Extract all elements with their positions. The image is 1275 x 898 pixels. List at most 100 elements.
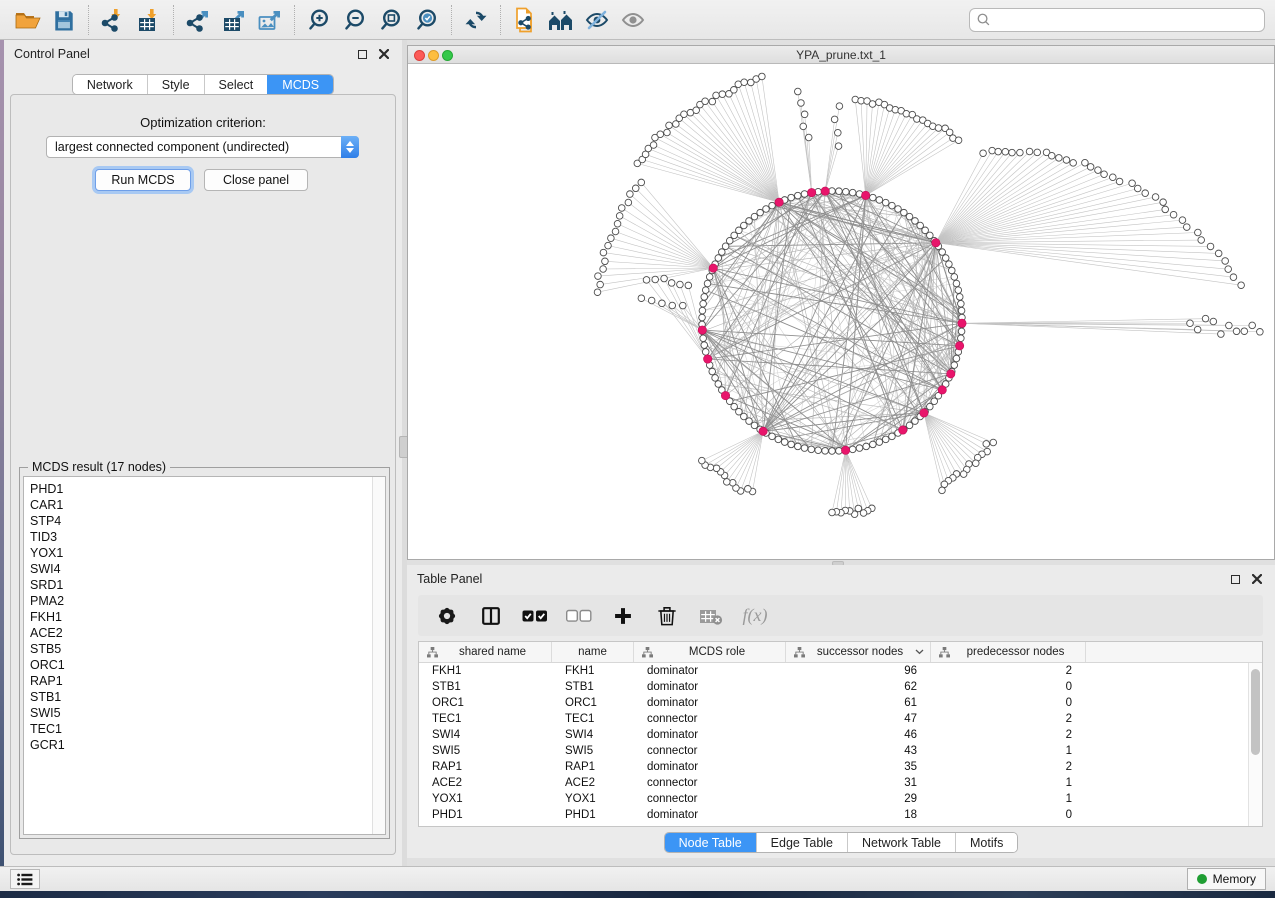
mcds-tab-content: Optimization criterion: largest connecte… [10,94,396,855]
window-minimize-icon[interactable] [428,50,439,61]
table-row[interactable]: ORC1ORC1dominator610 [419,695,1248,711]
close-panel-button[interactable]: Close panel [204,169,308,191]
zoom-in-button[interactable] [301,4,337,36]
import-table-button[interactable] [131,4,167,36]
mcds-node-item[interactable]: TEC1 [30,721,385,737]
mcds-node-item[interactable]: STP4 [30,513,385,529]
export-table-button[interactable] [216,4,252,36]
table-row[interactable]: TEC1TEC1connector472 [419,711,1248,727]
network-window-titlebar[interactable]: YPA_prune.txt_1 [408,46,1274,64]
table-scrollbar-thumb[interactable] [1251,669,1260,755]
table-scrollbar[interactable] [1248,663,1262,826]
export-network-button[interactable] [180,4,216,36]
tab-style[interactable]: Style [147,75,204,94]
table-row[interactable]: STB1STB1dominator620 [419,679,1248,695]
cell-filler [1086,727,1248,743]
network-view[interactable] [408,64,1274,559]
mcds-node-item[interactable]: STB5 [30,641,385,657]
show-hidden-button[interactable] [615,4,651,36]
zoom-selected-button[interactable] [409,4,445,36]
mcds-node-item[interactable]: RAP1 [30,673,385,689]
cell: STB1 [552,679,634,695]
table-row[interactable]: ACE2ACE2connector311 [419,775,1248,791]
mcds-node-item[interactable]: FKH1 [30,609,385,625]
export-image-button[interactable] [252,4,288,36]
mcds-node-item[interactable]: ORC1 [30,657,385,673]
mcds-node-item[interactable]: ACE2 [30,625,385,641]
cell-filler [1086,759,1248,775]
mcds-node-item[interactable]: STB1 [30,689,385,705]
hide-selected-button[interactable] [579,4,615,36]
criterion-dropdown[interactable]: largest connected component (undirected) [46,136,359,158]
column-header-name[interactable]: name [552,642,634,662]
table-row[interactable]: FKH1FKH1dominator962 [419,663,1248,679]
tab-network[interactable]: Network [73,75,147,94]
tab-node-table[interactable]: Node Table [665,833,756,852]
column-header-MCDS-role[interactable]: MCDS role [634,642,786,662]
tab-edge-table[interactable]: Edge Table [756,833,847,852]
cell: 46 [786,727,931,743]
mcds-node-item[interactable]: SWI4 [30,561,385,577]
network-graph[interactable] [408,64,1274,559]
window-zoom-icon[interactable] [442,50,453,61]
close-table-panel-icon[interactable] [1249,572,1265,586]
select-all-button[interactable] [520,603,550,629]
table-row[interactable]: YOX1YOX1connector291 [419,791,1248,807]
table-row[interactable]: PHD1PHD1dominator180 [419,807,1248,823]
delete-button[interactable] [652,603,682,629]
float-panel-icon[interactable] [354,47,370,61]
panel-menu-button[interactable] [10,869,40,889]
column-header-predecessor-nodes[interactable]: predecessor nodes [931,642,1086,662]
toolbar-separator [500,5,501,35]
mcds-list-scrollbar[interactable] [372,477,385,834]
deselect-all-button[interactable] [564,603,594,629]
refresh-button[interactable] [458,4,494,36]
mcds-node-item[interactable]: CAR1 [30,497,385,513]
close-panel-icon[interactable] [376,47,392,61]
delete-icon [657,605,677,627]
zoom-out-button[interactable] [337,4,373,36]
mcds-node-item[interactable]: PMA2 [30,593,385,609]
mcds-node-item[interactable]: TID3 [30,529,385,545]
cell: dominator [634,807,786,823]
new-network-from-selection-button[interactable] [507,4,543,36]
window-close-icon[interactable] [414,50,425,61]
search-box[interactable] [969,8,1265,32]
clear-table-button [696,603,726,629]
criterion-dropdown-value: largest connected component (undirected) [47,140,341,154]
column-layout-button[interactable] [476,603,506,629]
tab-mcds[interactable]: MCDS [267,75,333,94]
column-header-shared-name[interactable]: shared name [419,642,552,662]
add-button[interactable] [608,603,638,629]
import-table-icon [137,8,161,32]
tab-network-table[interactable]: Network Table [847,833,955,852]
import-network-button[interactable] [95,4,131,36]
open-folder-button[interactable] [10,4,46,36]
table-row[interactable]: RAP1RAP1dominator352 [419,759,1248,775]
add-icon [613,606,633,626]
function-icon: f(x) [743,605,768,626]
save-button[interactable] [46,4,82,36]
mcds-result-list[interactable]: PHD1CAR1STP4TID3YOX1SWI4SRD1PMA2FKH1ACE2… [23,476,386,835]
float-table-panel-icon[interactable] [1227,572,1243,586]
tab-select[interactable]: Select [204,75,268,94]
cell: dominator [634,679,786,695]
table-row[interactable]: SWI5SWI5connector431 [419,743,1248,759]
run-mcds-button[interactable]: Run MCDS [95,169,191,191]
network-overview-button[interactable] [543,4,579,36]
mcds-node-item[interactable]: SRD1 [30,577,385,593]
gear-button[interactable] [432,603,462,629]
column-header-successor-nodes[interactable]: successor nodes [786,642,931,662]
mcds-node-item[interactable]: YOX1 [30,545,385,561]
zoom-fit-button[interactable] [373,4,409,36]
zoom-fit-icon [379,8,403,32]
control-panel-title: Control Panel [14,47,90,61]
mcds-node-item[interactable]: GCR1 [30,737,385,753]
mcds-node-item[interactable]: SWI5 [30,705,385,721]
mcds-node-item[interactable]: PHD1 [30,481,385,497]
search-input[interactable] [991,13,1258,27]
tab-motifs[interactable]: Motifs [955,833,1017,852]
gear-icon [436,605,458,627]
table-row[interactable]: SWI4SWI4dominator462 [419,727,1248,743]
memory-button[interactable]: Memory [1187,868,1266,890]
